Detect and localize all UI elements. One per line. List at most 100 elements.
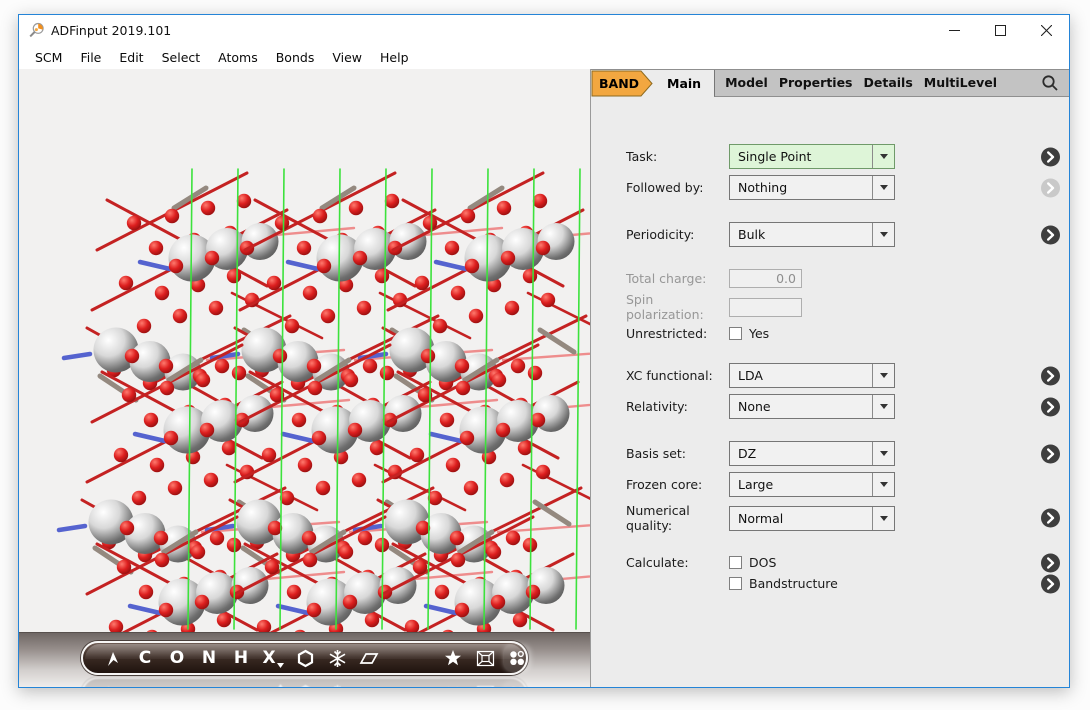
unrestricted-checkbox[interactable] bbox=[729, 327, 742, 340]
band-input-panel: BAND Main Model Properties Details MultiLev… bbox=[590, 69, 1069, 687]
menu-item-view[interactable]: View bbox=[323, 46, 371, 69]
atom-carbon-button[interactable]: C bbox=[132, 645, 158, 671]
atom-carbon-button: C bbox=[132, 681, 158, 687]
dropdown-arrow-icon[interactable] bbox=[872, 223, 894, 246]
xc-functional-value: LDA bbox=[738, 368, 763, 383]
app-icon bbox=[28, 22, 45, 39]
ring-tool-icon bbox=[292, 681, 318, 687]
followed-by-select[interactable]: Nothing bbox=[729, 175, 895, 200]
relativity-row: Relativity: None bbox=[626, 394, 1069, 419]
app-window: ADFinput 2019.101 SCMFileEditSelectAtoms… bbox=[18, 14, 1070, 688]
periodicity-value: Bulk bbox=[738, 227, 765, 242]
toolbar-spacer bbox=[388, 645, 434, 671]
perspective-tool-icon bbox=[472, 681, 498, 687]
atom-hydrogen-button: H bbox=[228, 681, 254, 687]
plane-tool-icon[interactable] bbox=[356, 645, 382, 671]
dropdown-arrow-icon[interactable] bbox=[872, 176, 894, 199]
tab-properties[interactable]: Properties bbox=[779, 70, 853, 96]
tab-model[interactable]: Model bbox=[725, 70, 768, 96]
atom-hydrogen-button[interactable]: H bbox=[228, 645, 254, 671]
atom-x-button[interactable]: X bbox=[260, 645, 286, 671]
calculate-dos-detail-button[interactable] bbox=[1041, 553, 1060, 572]
atom-nitrogen-button: N bbox=[196, 681, 222, 687]
calculate-dos-checkbox[interactable] bbox=[729, 556, 742, 569]
followed-by-value: Nothing bbox=[738, 180, 787, 195]
dropdown-arrow-icon[interactable] bbox=[872, 364, 894, 387]
total-charge-row: Total charge:0.0 bbox=[626, 269, 1069, 288]
periodicity-select[interactable]: Bulk bbox=[729, 222, 895, 247]
caption-buttons bbox=[931, 15, 1069, 46]
basis-set-detail-button[interactable] bbox=[1041, 444, 1060, 463]
search-icon[interactable] bbox=[1041, 74, 1059, 92]
molecule-3d-view[interactable] bbox=[19, 69, 590, 635]
tab-multilevel[interactable]: MultiLevel bbox=[924, 70, 997, 96]
calculate-bandstructure-detail-button[interactable] bbox=[1041, 574, 1060, 593]
atom-x-button: X bbox=[260, 681, 286, 687]
menu-item-edit[interactable]: Edit bbox=[110, 46, 152, 69]
periodicity-detail-button[interactable] bbox=[1041, 225, 1060, 244]
numerical-quality-row: Numerical quality:Normal bbox=[626, 503, 1069, 533]
display-mode-tool-icon[interactable] bbox=[504, 645, 530, 671]
atom-oxygen-button[interactable]: O bbox=[164, 645, 190, 671]
spin-polarization-field[interactable] bbox=[729, 298, 802, 317]
perspective-tool-icon[interactable] bbox=[472, 645, 498, 671]
basis-set-select[interactable]: DZ bbox=[729, 441, 895, 466]
menu-item-atoms[interactable]: Atoms bbox=[209, 46, 267, 69]
calculate-dos-row: Calculate:DOS bbox=[626, 555, 1069, 570]
numerical-quality-select[interactable]: Normal bbox=[729, 506, 895, 531]
band-badge: BAND bbox=[591, 70, 654, 97]
favorites-tool-icon[interactable] bbox=[440, 645, 466, 671]
dropdown-arrow-icon[interactable] bbox=[872, 473, 894, 496]
relativity-value: None bbox=[738, 399, 771, 414]
atom-toolbar: CONHX bbox=[81, 641, 528, 675]
task-select[interactable]: Single Point bbox=[729, 144, 895, 169]
unrestricted-checkbox-label: Yes bbox=[749, 326, 769, 341]
task-detail-button[interactable] bbox=[1041, 147, 1060, 166]
svg-text:BAND: BAND bbox=[599, 76, 639, 91]
display-mode-tool-icon bbox=[504, 681, 530, 687]
followed-by-label: Followed by: bbox=[626, 180, 729, 195]
numerical-quality-label: Numerical quality: bbox=[626, 503, 729, 533]
relativity-select[interactable]: None bbox=[729, 394, 895, 419]
task-value: Single Point bbox=[738, 149, 811, 164]
desktop-background: ADFinput 2019.101 SCMFileEditSelectAtoms… bbox=[0, 0, 1090, 710]
followed-by-row: Followed by: Nothing bbox=[626, 175, 1069, 200]
minimize-button[interactable] bbox=[931, 15, 977, 46]
frozen-core-row: Frozen core:Large bbox=[626, 472, 1069, 497]
freeze-tool-icon[interactable] bbox=[324, 645, 350, 671]
numerical-quality-detail-button[interactable] bbox=[1041, 509, 1060, 528]
select-tool-icon[interactable] bbox=[100, 645, 126, 671]
close-button[interactable] bbox=[1023, 15, 1069, 46]
calculate-bandstructure-checkbox[interactable] bbox=[729, 577, 742, 590]
title-bar[interactable]: ADFinput 2019.101 bbox=[19, 15, 1069, 46]
menu-item-scm[interactable]: SCM bbox=[26, 46, 71, 69]
total-charge-label: Total charge: bbox=[626, 271, 729, 286]
menu-item-select[interactable]: Select bbox=[153, 46, 210, 69]
dropdown-arrow-icon[interactable] bbox=[872, 442, 894, 465]
menu-item-help[interactable]: Help bbox=[371, 46, 418, 69]
molecule-viewport[interactable]: CONHX CONHX bbox=[19, 69, 590, 687]
ring-tool-icon[interactable] bbox=[292, 645, 318, 671]
dropdown-arrow-icon[interactable] bbox=[872, 145, 894, 168]
menu-bar: SCMFileEditSelectAtomsBondsViewHelp bbox=[19, 46, 1069, 69]
dropdown-arrow-icon[interactable] bbox=[872, 395, 894, 418]
relativity-detail-button[interactable] bbox=[1041, 397, 1060, 416]
xc-functional-select[interactable]: LDA bbox=[729, 363, 895, 388]
dropdown-arrow-icon[interactable] bbox=[872, 507, 894, 530]
main-content: CONHX CONHX bbox=[19, 69, 1069, 687]
atom-nitrogen-button[interactable]: N bbox=[196, 645, 222, 671]
maximize-button[interactable] bbox=[977, 15, 1023, 46]
calculate-dos-label: Calculate: bbox=[626, 555, 729, 570]
tab-main[interactable]: Main bbox=[654, 70, 714, 97]
plane-tool-icon bbox=[356, 681, 382, 687]
form-group: Total charge:0.0Spin polarization:Unrest… bbox=[626, 269, 1069, 341]
frozen-core-select[interactable]: Large bbox=[729, 472, 895, 497]
tab-details[interactable]: Details bbox=[864, 70, 913, 96]
menu-item-file[interactable]: File bbox=[71, 46, 110, 69]
xc-functional-detail-button[interactable] bbox=[1041, 366, 1060, 385]
basis-set-value: DZ bbox=[738, 446, 756, 461]
relativity-label: Relativity: bbox=[626, 399, 729, 414]
window-title: ADFinput 2019.101 bbox=[51, 23, 171, 38]
total-charge-field[interactable]: 0.0 bbox=[729, 269, 802, 288]
menu-item-bonds[interactable]: Bonds bbox=[267, 46, 324, 69]
